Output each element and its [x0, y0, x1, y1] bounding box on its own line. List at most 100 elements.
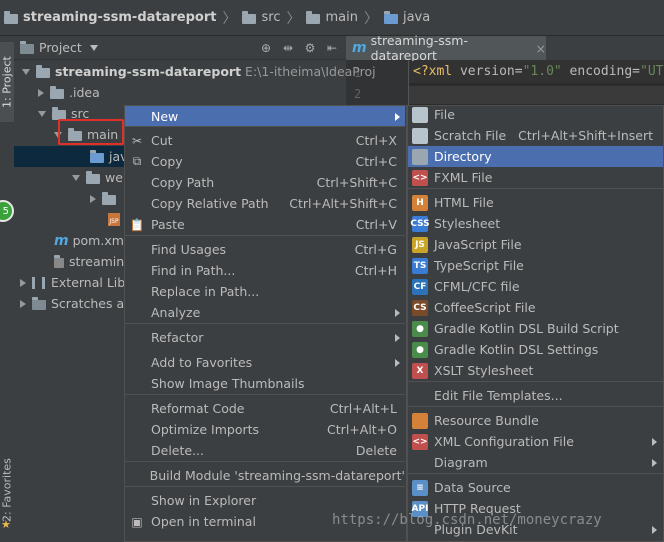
submenu-item-xslt-stylesheet[interactable]: X XSLT Stylesheet — [408, 360, 663, 381]
menu-item-paste[interactable]: 📋 Paste Ctrl+V — [125, 214, 405, 235]
tree-node-external-libraries[interactable]: External Libr — [20, 272, 130, 293]
menu-item-icon-slot — [129, 493, 145, 509]
menu-item-new[interactable]: New — [125, 106, 405, 127]
dropdown-arrow-icon[interactable] — [89, 44, 98, 51]
menu-item-shortcut: Delete — [355, 443, 397, 458]
submenu-item-label: Gradle Kotlin DSL Build Script — [434, 321, 619, 336]
submenu-item-edit-file-templates[interactable]: Edit File Templates... — [408, 385, 663, 406]
folder-icon — [102, 191, 116, 205]
breadcrumb-project[interactable]: streaming-ssm-datareport — [4, 10, 216, 25]
breadcrumb-java[interactable]: java — [383, 10, 430, 25]
tree-node-root[interactable]: streaming-ssm-datareport E:\1-itheima\Id… — [22, 61, 376, 82]
menu-item-replace-in-path[interactable]: Replace in Path... — [125, 281, 405, 302]
submenu-item-label: HTML File — [434, 195, 494, 210]
submenu-item-gradle-kotlin-dsl-settings[interactable]: ● Gradle Kotlin DSL Settings — [408, 339, 663, 360]
expand-arrow-icon[interactable] — [90, 194, 96, 203]
menu-item-add-to-favorites[interactable]: Add to Favorites — [125, 352, 405, 373]
tree-node-label: we — [105, 170, 123, 185]
expand-arrow-icon[interactable] — [38, 110, 46, 117]
menu-item-cut[interactable]: ✂ Cut Ctrl+X — [125, 130, 405, 151]
submenu-item-javascript-file[interactable]: JS JavaScript File — [408, 234, 663, 255]
menu-item-copy-relative-path[interactable]: Copy Relative Path Ctrl+Alt+Shift+C — [125, 193, 405, 214]
xml-attr: version= — [459, 64, 523, 79]
submenu-item-label: File — [434, 107, 455, 122]
breadcrumb-src[interactable]: src — [242, 10, 280, 25]
menu-item-refactor[interactable]: Refactor — [125, 327, 405, 348]
menu-item-icon-slot — [129, 468, 144, 484]
tree-node-scratches[interactable]: Scratches ar — [20, 293, 129, 314]
editor-tab-bar: m streaming-ssm-datareport × — [346, 33, 664, 63]
submenu-item-coffeescript-file[interactable]: CS CoffeeScript File — [408, 297, 663, 318]
expand-arrow-icon[interactable] — [20, 278, 26, 287]
project-view-selector[interactable]: Project — [39, 40, 82, 55]
submenu-item-html-file[interactable]: H HTML File — [408, 192, 663, 213]
collapse-icon[interactable]: ⇹ — [282, 42, 294, 54]
submenu-item-label: CFML/CFC file — [434, 279, 520, 294]
submenu-item-xml-configuration-file[interactable]: <> XML Configuration File — [408, 431, 663, 452]
submenu-item-fxml-file[interactable]: <> FXML File — [408, 167, 663, 188]
menu-separator — [125, 394, 405, 395]
menu-item-icon-slot — [129, 175, 145, 191]
target-icon[interactable]: ⊕ — [260, 42, 272, 54]
submenu-item-stylesheet[interactable]: CSS Stylesheet — [408, 213, 663, 234]
side-tab-project[interactable]: 1: Project — [0, 42, 14, 122]
scratches-icon — [32, 296, 46, 310]
menu-item-find-usages[interactable]: Find Usages Ctrl+G — [125, 239, 405, 260]
menu-separator — [408, 406, 663, 407]
submenu-item-scratch-file[interactable]: Scratch File Ctrl+Alt+Shift+Insert — [408, 125, 663, 146]
tree-node-iml[interactable]: streaming — [54, 251, 132, 272]
code-line[interactable]: <?xml version="1.0" encoding="UT — [409, 61, 664, 83]
menu-separator — [125, 235, 405, 236]
submenu-item-gradle-kotlin-dsl-build-script[interactable]: ● Gradle Kotlin DSL Build Script — [408, 318, 663, 339]
menu-item-find-in-path[interactable]: Find in Path... Ctrl+H — [125, 260, 405, 281]
file-type-icon — [412, 106, 428, 123]
library-icon — [32, 276, 45, 289]
menu-item-optimize-imports[interactable]: Optimize Imports Ctrl+Alt+O — [125, 419, 405, 440]
submenu-item-typescript-file[interactable]: TS TypeScript File — [408, 255, 663, 276]
menu-item-label: Find in Path... — [151, 263, 236, 278]
tree-node-webapp[interactable]: we — [72, 167, 123, 188]
submenu-item-data-source[interactable]: ≡ Data Source — [408, 477, 663, 498]
file-type-icon: ● — [412, 341, 428, 358]
submenu-item-resource-bundle[interactable]: Resource Bundle — [408, 410, 663, 431]
tree-node-subfolder[interactable] — [90, 188, 121, 209]
expand-arrow-icon[interactable] — [20, 299, 26, 308]
menu-item-show-image-thumbnails[interactable]: Show Image Thumbnails — [125, 373, 405, 394]
submenu-arrow-icon — [652, 437, 657, 446]
menu-item-label: Find Usages — [151, 242, 227, 257]
folder-icon — [4, 10, 18, 24]
gear-icon[interactable]: ⚙ — [304, 42, 316, 54]
expand-arrow-icon[interactable] — [38, 88, 44, 97]
menu-item-reformat-code[interactable]: Reformat Code Ctrl+Alt+L — [125, 398, 405, 419]
menu-item-show-in-explorer[interactable]: Show in Explorer — [125, 490, 405, 511]
submenu-item-directory[interactable]: Directory — [408, 146, 663, 167]
expand-arrow-icon[interactable] — [72, 174, 80, 181]
menu-item-copy[interactable]: ⧉ Copy Ctrl+C — [125, 151, 405, 172]
hide-panel-icon[interactable]: ⇤ — [326, 42, 338, 54]
tree-node-label: streaming — [69, 254, 133, 269]
expand-arrow-icon[interactable] — [22, 68, 30, 75]
menu-item-label: Copy — [151, 154, 183, 169]
menu-item-icon-slot — [129, 355, 145, 371]
menu-item-icon-slot — [129, 376, 145, 392]
tree-node-pom[interactable]: m pom.xml — [54, 230, 127, 251]
submenu-item-cfml-cfc-file[interactable]: CF CFML/CFC file — [408, 276, 663, 297]
tree-node-idea[interactable]: .idea — [38, 82, 100, 103]
breadcrumb-main[interactable]: main — [306, 10, 358, 25]
menu-item-label: Reformat Code — [151, 401, 245, 416]
menu-item-analyze[interactable]: Analyze — [125, 302, 405, 323]
menu-item-build-module-streaming-ssm-datareport[interactable]: Build Module 'streaming-ssm-datareport' — [125, 465, 405, 486]
close-icon[interactable]: × — [536, 41, 546, 56]
menu-separator — [408, 188, 663, 189]
submenu-item-diagram[interactable]: Diagram — [408, 452, 663, 473]
highlight-annotation-box — [58, 119, 124, 145]
file-type-icon: ≡ — [412, 479, 428, 496]
editor-tab-active[interactable]: m streaming-ssm-datareport × — [346, 33, 546, 63]
menu-item-icon-slot — [129, 242, 145, 258]
folder-icon — [383, 10, 398, 24]
submenu-item-label: Stylesheet — [434, 216, 501, 231]
source-folder-icon — [90, 149, 104, 163]
menu-item-delete[interactable]: Delete... Delete — [125, 440, 405, 461]
menu-item-copy-path[interactable]: Copy Path Ctrl+Shift+C — [125, 172, 405, 193]
submenu-item-file[interactable]: File — [408, 104, 663, 125]
